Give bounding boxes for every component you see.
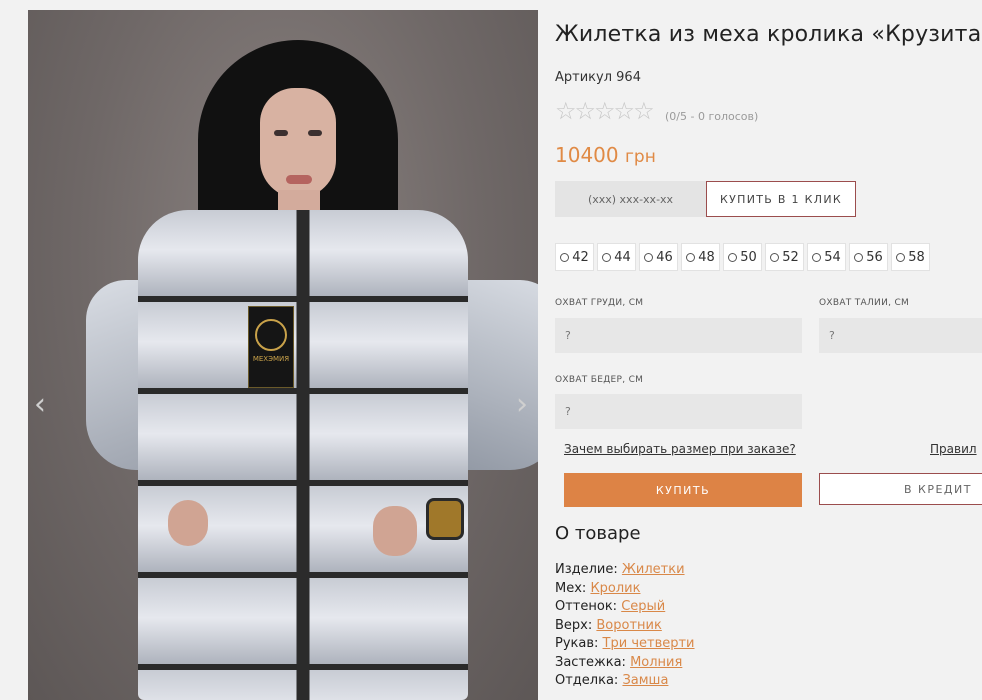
size-option-44[interactable]: 44: [597, 243, 636, 271]
attribute-value-link[interactable]: Жилетки: [622, 562, 685, 577]
rules-link[interactable]: Правил: [930, 442, 977, 456]
size-option-label: 52: [782, 249, 799, 265]
attribute-row: Застежка: Молния: [555, 654, 695, 673]
star-empty-icon[interactable]: ☆: [575, 97, 596, 125]
attribute-key: Изделие:: [555, 562, 618, 577]
size-option-42[interactable]: 42: [555, 243, 594, 271]
radio-icon[interactable]: [812, 252, 822, 262]
model-eye: [308, 130, 322, 136]
buy-button[interactable]: КУПИТЬ: [564, 473, 802, 507]
phone-input[interactable]: (xxx) xxx-xx-xx: [555, 181, 706, 217]
prev-image-arrow-icon[interactable]: ‹: [34, 390, 46, 420]
radio-icon[interactable]: [854, 252, 864, 262]
attribute-row: Изделие: Жилетки: [555, 561, 695, 580]
attribute-key: Оттенок:: [555, 599, 618, 614]
model-hand-right: [373, 506, 417, 556]
wrist-watch: [426, 498, 464, 540]
attribute-key: Рукав:: [555, 636, 599, 651]
chest-input[interactable]: ?: [555, 318, 802, 353]
attribute-value-link[interactable]: Воротник: [596, 618, 661, 633]
rating-stars[interactable]: ☆☆☆☆☆: [555, 97, 655, 125]
attribute-row: Мех: Кролик: [555, 580, 695, 599]
waist-input[interactable]: ?: [819, 318, 982, 353]
size-option-label: 48: [698, 249, 715, 265]
star-empty-icon[interactable]: ☆: [614, 97, 635, 125]
product-price: 10400 грн: [555, 143, 656, 167]
star-empty-icon[interactable]: ☆: [633, 97, 654, 125]
price-currency: грн: [624, 147, 656, 167]
size-option-56[interactable]: 56: [849, 243, 888, 271]
radio-icon[interactable]: [896, 252, 906, 262]
radio-icon[interactable]: [770, 252, 780, 262]
size-option-46[interactable]: 46: [639, 243, 678, 271]
next-image-arrow-icon[interactable]: ›: [516, 390, 528, 420]
credit-button[interactable]: В КРЕДИТ: [819, 473, 982, 505]
about-heading: О товаре: [555, 523, 641, 544]
chest-label: ОХВАТ ГРУДИ, СМ: [555, 298, 644, 308]
radio-icon[interactable]: [602, 252, 612, 262]
size-option-54[interactable]: 54: [807, 243, 846, 271]
hips-input[interactable]: ?: [555, 394, 802, 429]
attribute-value-link[interactable]: Кролик: [590, 581, 640, 596]
size-option-50[interactable]: 50: [723, 243, 762, 271]
attribute-value-link[interactable]: Серый: [621, 599, 665, 614]
model-hand-left: [168, 500, 208, 546]
star-empty-icon[interactable]: ☆: [555, 97, 576, 125]
fur-vest: [138, 210, 468, 700]
radio-icon[interactable]: [560, 252, 570, 262]
brand-tag-text: МЕХЭМИЯ: [252, 355, 290, 363]
attributes-list: Изделие: Жилетки Мех: Кролик Оттенок: Серы…: [555, 561, 695, 691]
attribute-value-link[interactable]: Три четверти: [603, 636, 695, 651]
attribute-value-link[interactable]: Молния: [630, 655, 682, 670]
attribute-value-link[interactable]: Замша: [622, 673, 668, 688]
radio-icon[interactable]: [728, 252, 738, 262]
product-title: Жилетка из меха кролика «Крузита»: [555, 22, 982, 47]
size-option-58[interactable]: 58: [891, 243, 930, 271]
radio-icon[interactable]: [644, 252, 654, 262]
attribute-key: Застежка:: [555, 654, 626, 670]
radio-icon[interactable]: [686, 252, 696, 262]
attribute-row: Оттенок: Серый: [555, 598, 695, 617]
attribute-row: Рукав: Три четверти: [555, 635, 695, 654]
waist-label: ОХВАТ ТАЛИИ, СМ: [819, 298, 910, 308]
attribute-key: Верх:: [555, 617, 593, 633]
size-option-label: 56: [866, 249, 883, 265]
model-lips: [286, 175, 312, 184]
hips-label: ОХВАТ БЕДЕР, СМ: [555, 375, 644, 385]
brand-logo-icon: [255, 319, 287, 351]
buy-one-click-button[interactable]: КУПИТЬ В 1 КЛИК: [706, 181, 856, 217]
brand-tag: МЕХЭМИЯ: [248, 306, 294, 388]
size-selector: 42 44 46 48 50 52 54 56 58: [555, 243, 930, 271]
size-option-label: 58: [908, 249, 925, 265]
star-empty-icon[interactable]: ☆: [594, 97, 615, 125]
model-eye: [274, 130, 288, 136]
attribute-key: Отделка:: [555, 673, 619, 688]
why-size-link[interactable]: Зачем выбирать размер при заказе?: [564, 442, 796, 456]
size-option-label: 54: [824, 249, 841, 265]
size-option-52[interactable]: 52: [765, 243, 804, 271]
size-option-label: 42: [572, 249, 589, 265]
attribute-row: Отделка: Замша: [555, 672, 695, 691]
price-value: 10400: [555, 143, 619, 167]
product-photo[interactable]: МЕХЭМИЯ ‹ ›: [28, 10, 538, 700]
size-option-48[interactable]: 48: [681, 243, 720, 271]
rating-votes: (0/5 - 0 голосов): [665, 110, 759, 123]
size-option-label: 44: [614, 249, 631, 265]
attribute-key: Мех:: [555, 580, 587, 596]
size-option-label: 46: [656, 249, 673, 265]
attribute-row: Верх: Воротник: [555, 617, 695, 636]
size-option-label: 50: [740, 249, 757, 265]
product-sku: Артикул 964: [555, 70, 641, 85]
